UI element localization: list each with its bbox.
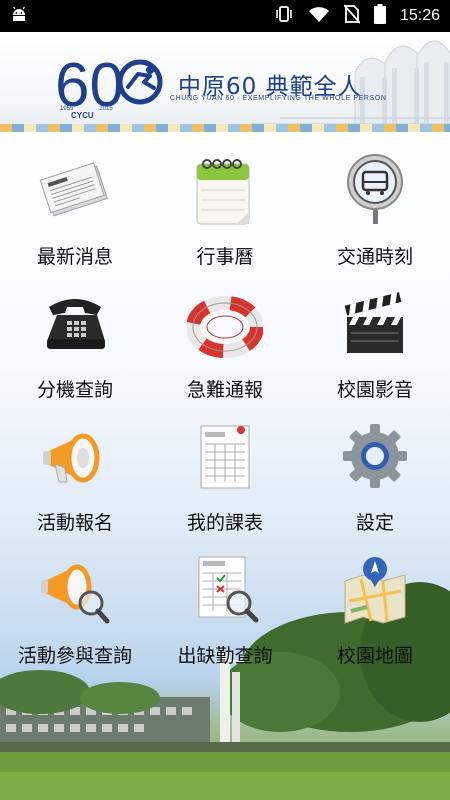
menu-item-extension-lookup[interactable]: 分機查詢 <box>0 265 150 401</box>
clapperboard-icon <box>337 285 413 361</box>
menu-item-calendar[interactable]: 行事曆 <box>150 132 300 268</box>
menu-item-transport[interactable]: 交通時刻 <box>300 132 450 268</box>
timetable-icon <box>187 418 263 494</box>
android-icon <box>10 6 28 26</box>
attendance-search-icon <box>187 551 263 627</box>
gear-icon <box>337 418 413 494</box>
header-banner: 60 1955 2015 CYCU 中原60 典範全人 CHUNG YUAN 60… <box>0 32 450 132</box>
battery-icon <box>373 4 386 28</box>
megaphone-icon <box>37 418 113 494</box>
menu-item-attendance-lookup[interactable]: 出缺勤查詢 <box>150 531 300 667</box>
lifebuoy-icon <box>187 285 263 361</box>
menu-item-emergency-report[interactable]: 急難通報 <box>150 265 300 401</box>
menu-grid: 最新消息 行事曆 交通時刻 分機查詢 急難通報 校園影音 活動報名 我的課表 設… <box>0 132 450 667</box>
main-menu-area: 最新消息 行事曆 交通時刻 分機查詢 急難通報 校園影音 活動報名 我的課表 設… <box>0 132 450 800</box>
telephone-icon <box>37 285 113 361</box>
banner-stripe <box>0 124 450 132</box>
no-sim-icon <box>343 4 361 28</box>
wifi-icon <box>308 5 330 27</box>
menu-item-news[interactable]: 最新消息 <box>0 132 150 268</box>
logo-text: CYCU <box>71 111 94 120</box>
bus-map-pin-icon <box>337 152 413 228</box>
year-end: 2015 <box>99 106 113 112</box>
menu-item-label: 活動參與查詢 <box>17 645 132 667</box>
menu-item-label: 校園地圖 <box>336 645 413 667</box>
menu-item-event-participation-lookup[interactable]: 活動參與查詢 <box>0 531 150 667</box>
banner-subtitle: CHUNG YUAN 60 · EXEMPLIFYING THE WHOLE P… <box>170 95 387 102</box>
status-time: 15:26 <box>399 7 440 24</box>
menu-item-settings[interactable]: 設定 <box>300 398 450 534</box>
menu-item-my-timetable[interactable]: 我的課表 <box>150 398 300 534</box>
newspaper-icon <box>37 152 113 228</box>
menu-item-campus-video[interactable]: 校園影音 <box>300 265 450 401</box>
menu-item-campus-map[interactable]: 校園地圖 <box>300 531 450 667</box>
megaphone-search-icon <box>37 551 113 627</box>
menu-item-event-registration[interactable]: 活動報名 <box>0 398 150 534</box>
calendar-icon <box>187 152 263 228</box>
menu-item-label: 出缺勤查詢 <box>177 645 273 667</box>
map-icon <box>337 551 413 627</box>
vibrate-icon <box>274 4 294 28</box>
status-bar: 15:26 <box>0 0 450 32</box>
